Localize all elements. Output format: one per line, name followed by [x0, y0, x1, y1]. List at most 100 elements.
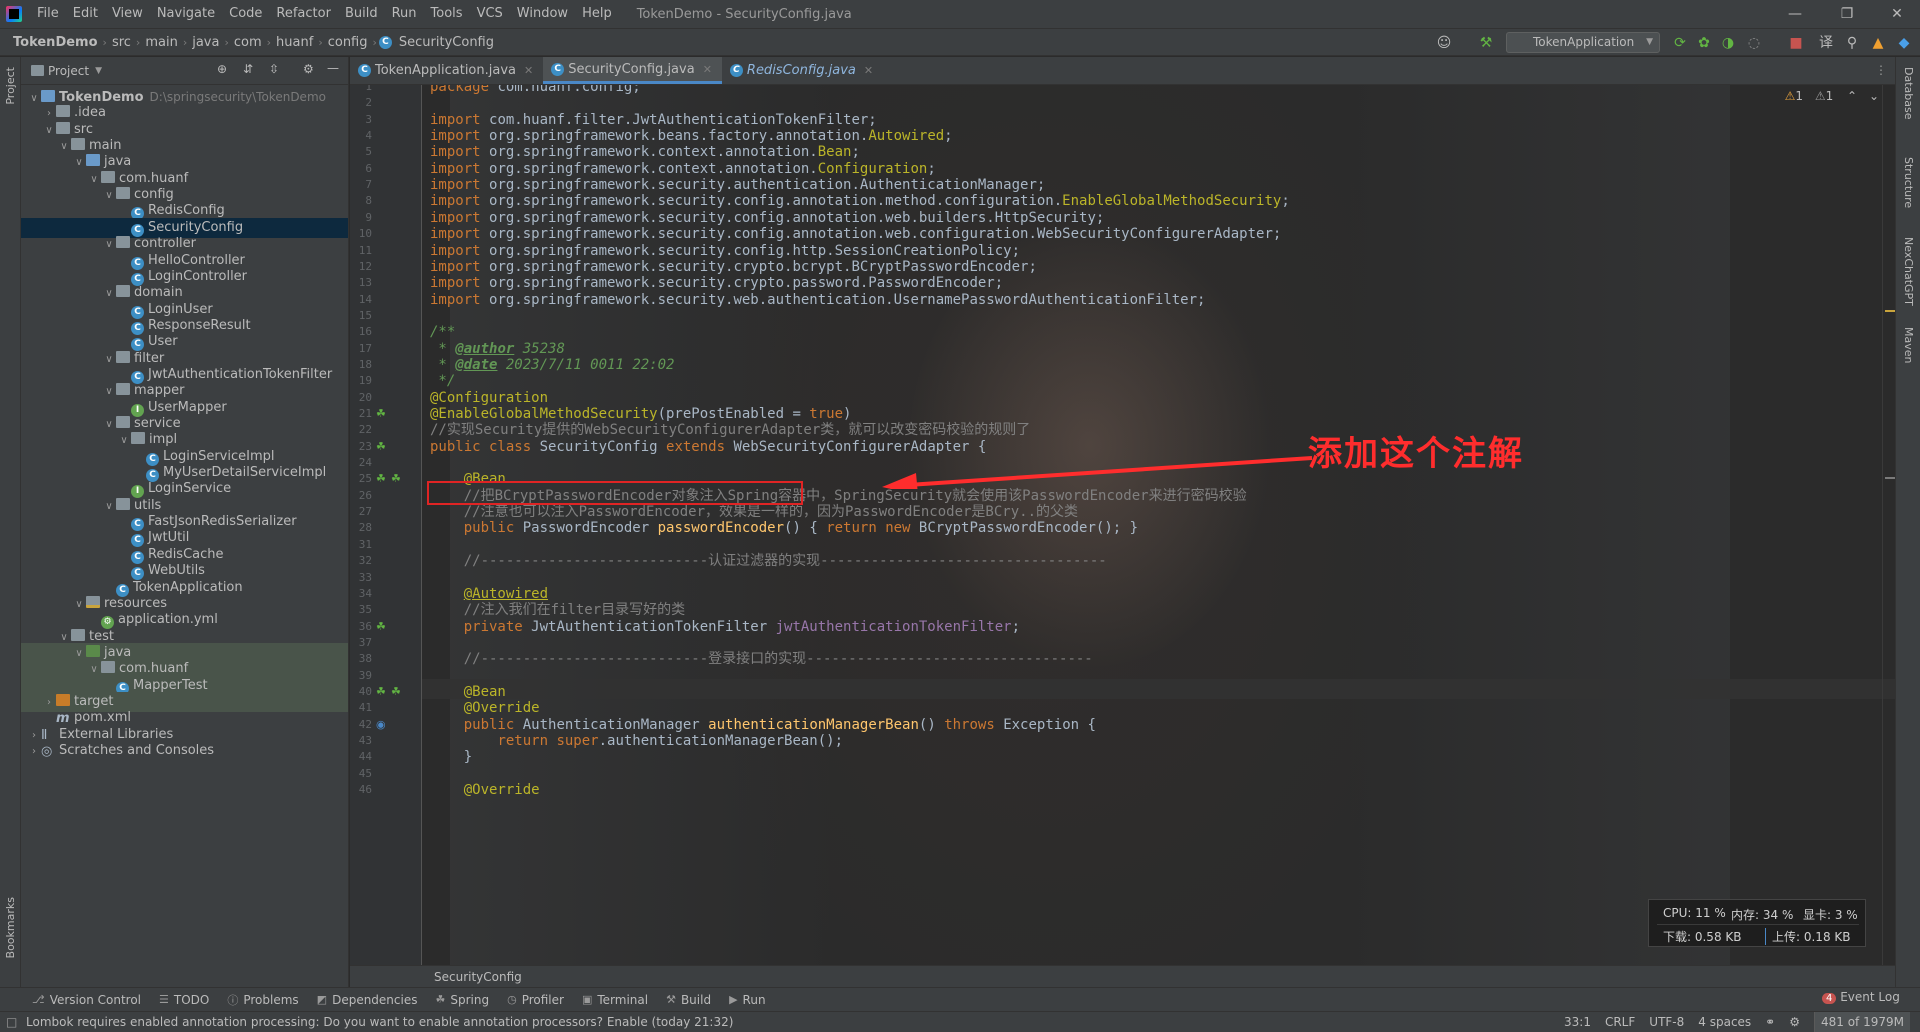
code-editor[interactable]: 1 2 3 4 5 6 7 8 9 10 11 12 13 14 15 16 17 18 19 20 21 ☘ 22 23 ☘ 2…	[350, 85, 1895, 965]
spring-bean-icon[interactable]: ☘	[391, 473, 403, 485]
tool-profiler[interactable]: ◷ Profiler	[507, 993, 564, 1007]
spring-bean-icon[interactable]: ☘	[376, 473, 388, 485]
editor-breadcrumb[interactable]: SecurityConfig	[350, 965, 1895, 987]
spring-bean-icon[interactable]: ☘	[376, 685, 388, 698]
rerun-icon[interactable]: ⟳	[1672, 35, 1688, 51]
tool-version-control[interactable]: ⎇ Version Control	[32, 993, 141, 1007]
event-log-button[interactable]: 4 Event Log	[1822, 990, 1900, 1004]
code-line[interactable]: //---------------------------登录接口的实现----…	[430, 649, 1093, 669]
menu-build[interactable]: Build	[338, 0, 385, 28]
chevron-up-icon[interactable]: ⌃	[1847, 89, 1857, 103]
close-tab-icon[interactable]: ✕	[703, 56, 712, 83]
jetbrains-toolbox-icon[interactable]: ◆	[1896, 35, 1912, 51]
tool-todo[interactable]: ☰ TODO	[159, 993, 209, 1007]
tool-terminal[interactable]: ▣ Terminal	[582, 993, 648, 1007]
tab-redisconfig-java[interactable]: C RedisConfig.java ✕	[722, 57, 883, 84]
stop-icon[interactable]: ■	[1788, 35, 1804, 51]
breadcrumb-item-securityconfig[interactable]: SecurityConfig	[396, 35, 497, 50]
restore-icon[interactable]: ❐	[1824, 0, 1870, 28]
spring-bean-icon[interactable]: ☘	[376, 408, 388, 420]
breadcrumb-item-tokendemo[interactable]: TokenDemo	[10, 35, 101, 50]
spring-bean-icon[interactable]: ☘	[376, 620, 388, 633]
tool-build[interactable]: ⚒ Build	[666, 993, 711, 1007]
tool-run[interactable]: ▶ Run	[729, 993, 765, 1007]
close-tab-icon[interactable]: ✕	[524, 57, 533, 84]
chevron-right-icon[interactable]: ›	[27, 742, 41, 762]
indent-setting[interactable]: 4 spaces	[1698, 1012, 1751, 1032]
menu-code[interactable]: Code	[222, 0, 269, 28]
code-line[interactable]: }	[430, 747, 472, 767]
tool-dependencies[interactable]: ◩ Dependencies	[317, 993, 418, 1007]
expand-all-icon[interactable]: ⇵	[243, 62, 253, 76]
translate-icon[interactable]: 译	[1818, 35, 1834, 51]
project-panel-title[interactable]: Project	[48, 64, 89, 78]
code-line[interactable]: return super.authenticationManagerBean()…	[430, 731, 843, 751]
code-line[interactable]: package com.huanf.config;	[430, 85, 641, 97]
close-tab-icon[interactable]: ✕	[864, 57, 873, 84]
code-line[interactable]: public PasswordEncoder passwordEncoder()…	[430, 518, 1138, 538]
file-encoding[interactable]: UTF-8	[1649, 1012, 1684, 1032]
user-icon[interactable]: ☺	[1436, 35, 1452, 51]
menu-tools[interactable]: Tools	[424, 0, 470, 28]
more-tabs-icon[interactable]: ⋮	[1875, 63, 1887, 77]
menu-window[interactable]: Window	[510, 0, 575, 28]
hide-panel-icon[interactable]: —	[327, 61, 339, 75]
git-icon[interactable]: ⚙	[1789, 1012, 1800, 1032]
menu-file[interactable]: File	[30, 0, 66, 28]
memory-indicator[interactable]: 481 of 1979M	[1814, 1012, 1910, 1032]
close-window-icon[interactable]: ✕	[1874, 0, 1920, 28]
inspection-widget[interactable]: ⚠1 ⚠1 ⌃ ⌄	[1785, 89, 1879, 103]
code-line[interactable]: import org.springframework.security.web.…	[430, 290, 1205, 310]
breadcrumb-item-config[interactable]: config	[325, 35, 371, 50]
breadcrumb-item-java[interactable]: java	[189, 35, 222, 50]
code-line[interactable]: private JwtAuthenticationTokenFilter jwt…	[430, 617, 1020, 637]
status-message[interactable]: Lombok requires enabled annotation proce…	[26, 1012, 733, 1032]
caret-position[interactable]: 33:1	[1564, 1012, 1591, 1032]
breadcrumb-item-main[interactable]: main	[142, 35, 180, 50]
menu-help[interactable]: Help	[575, 0, 619, 28]
menu-refactor[interactable]: Refactor	[269, 0, 338, 28]
tool-problems[interactable]: ⓘ Problems	[227, 992, 298, 1008]
chevron-down-icon[interactable]: ⌄	[1869, 89, 1879, 103]
menu-vcs[interactable]: VCS	[470, 0, 510, 28]
maven-tool-button[interactable]: Maven	[1902, 327, 1915, 363]
tab-securityconfig-java[interactable]: C SecurityConfig.java ✕	[543, 57, 722, 84]
spring-bean-icon[interactable]: ☘	[391, 685, 403, 698]
menu-view[interactable]: View	[105, 0, 150, 28]
locate-icon[interactable]: ⊕	[217, 62, 227, 76]
spring-bean-icon[interactable]: ☘	[376, 440, 388, 453]
update-icon[interactable]: ▲	[1870, 35, 1886, 51]
breadcrumb-item-src[interactable]: src	[109, 35, 134, 50]
project-tool-button[interactable]: Project	[4, 67, 17, 105]
search-icon[interactable]: ⚲	[1844, 35, 1860, 51]
build-hammer-icon[interactable]: ⚒	[1478, 35, 1494, 51]
tree-item-scratches-and-consoles[interactable]: › ◎ Scratches and Consoles	[21, 741, 348, 762]
code-line[interactable]: * @date 2023/7/11 0011 22:02	[430, 355, 674, 375]
menu-navigate[interactable]: Navigate	[150, 0, 222, 28]
lock-icon[interactable]: ⚭	[1765, 1012, 1775, 1032]
override-icon[interactable]: ◉	[376, 718, 388, 731]
database-tool-button[interactable]: Database	[1902, 67, 1915, 120]
notification-icon[interactable]: □	[6, 1012, 17, 1032]
code-line[interactable]: public class SecurityConfig extends WebS…	[430, 437, 986, 457]
minimize-icon[interactable]: —	[1772, 0, 1818, 28]
bookmarks-tool-button[interactable]: Bookmarks	[4, 897, 17, 958]
line-separator[interactable]: CRLF	[1605, 1012, 1635, 1032]
menu-edit[interactable]: Edit	[66, 0, 105, 28]
nexchatgpt-tool-button[interactable]: NexChatGPT	[1902, 237, 1915, 306]
gear-icon[interactable]: ⚙	[303, 62, 314, 76]
code-line[interactable]: @Override	[430, 780, 540, 800]
editor-breadcrumb-label[interactable]: SecurityConfig	[434, 970, 522, 984]
menu-run[interactable]: Run	[385, 0, 424, 28]
profiler-icon[interactable]: ◌	[1746, 35, 1762, 51]
coverage-icon[interactable]: ◑	[1720, 35, 1736, 51]
chevron-down-icon[interactable]: ▼	[95, 66, 102, 76]
breadcrumb-item-com[interactable]: com	[231, 35, 265, 50]
breadcrumb-item-huanf[interactable]: huanf	[273, 35, 316, 50]
structure-tool-button[interactable]: Structure	[1902, 157, 1915, 208]
run-configuration-select[interactable]: TokenApplication ▼	[1506, 32, 1660, 53]
collapse-all-icon[interactable]: ⇳	[269, 62, 279, 76]
code-line[interactable]: //---------------------------认证过滤器的实现---…	[430, 551, 1107, 571]
tab-tokenapplication-java[interactable]: C TokenApplication.java ✕	[350, 57, 543, 84]
tool-spring[interactable]: ☘ Spring	[435, 993, 489, 1007]
